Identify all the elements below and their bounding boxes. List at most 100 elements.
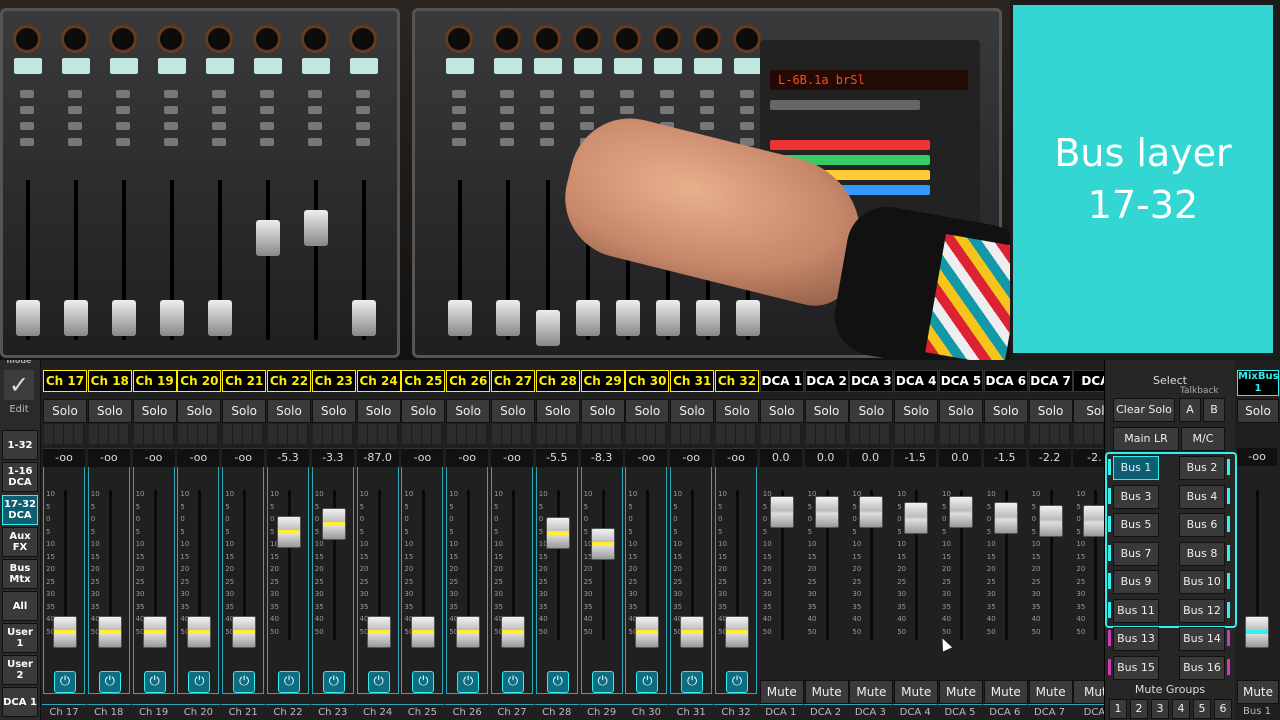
fader-cap[interactable] — [97, 616, 122, 648]
layer-button[interactable]: User 2 — [2, 655, 38, 685]
fader-cap[interactable] — [680, 616, 705, 648]
fader-cap[interactable] — [769, 496, 794, 528]
solo-button[interactable]: Solo — [983, 399, 1028, 423]
power-icon[interactable]: ⏻ — [502, 671, 524, 693]
mute-button[interactable]: Mute — [1028, 680, 1073, 704]
fader-cap[interactable] — [635, 616, 660, 648]
mute-group-button[interactable]: 3 — [1151, 699, 1169, 719]
solo-button[interactable]: Solo — [894, 399, 939, 423]
mute-group-button[interactable]: 4 — [1172, 699, 1190, 719]
power-icon[interactable]: ⏻ — [54, 671, 76, 693]
solo-button[interactable]: Solo — [1028, 399, 1073, 423]
fader-cap[interactable] — [187, 616, 212, 648]
power-icon[interactable]: ⏻ — [591, 671, 614, 693]
layer-button[interactable]: 17-32 DCA — [2, 495, 38, 525]
strip-name[interactable]: Ch 30 — [625, 370, 670, 392]
fader-cap[interactable] — [1038, 505, 1063, 537]
strip-name[interactable]: DCA 5 — [939, 370, 983, 392]
fader-cap[interactable] — [366, 616, 391, 648]
mixbus-solo-button[interactable]: Solo — [1237, 399, 1279, 423]
strip-name[interactable]: Ch 26 — [446, 370, 491, 392]
fader-cap[interactable] — [545, 517, 570, 549]
power-icon[interactable]: ⏻ — [457, 671, 480, 693]
fader-cap[interactable] — [590, 527, 615, 560]
mute-button[interactable]: Mute — [894, 680, 939, 704]
fader-cap[interactable] — [277, 515, 301, 548]
power-icon[interactable]: ⏻ — [188, 671, 211, 693]
strip-name[interactable]: Ch 31 — [670, 370, 715, 392]
fader-cap[interactable] — [859, 496, 884, 528]
solo-button[interactable]: Solo — [267, 399, 311, 423]
layer-button[interactable]: All — [2, 591, 38, 621]
strip-name[interactable]: DCA 4 — [894, 370, 939, 392]
mute-button[interactable]: Mute — [804, 680, 849, 704]
bus-select-button[interactable]: Bus 13 — [1113, 627, 1159, 651]
mute-group-button[interactable]: 6 — [1214, 699, 1232, 719]
strip-name[interactable]: Ch 23 — [311, 370, 356, 392]
power-icon[interactable]: ⏻ — [98, 671, 121, 693]
solo-button[interactable]: Solo — [43, 399, 87, 423]
solo-button[interactable]: Solo — [535, 399, 580, 423]
strip-name[interactable]: Ch 28 — [535, 370, 580, 392]
talkback-a-button[interactable]: A — [1179, 398, 1201, 422]
bus-select-button[interactable]: Bus 9 — [1113, 570, 1159, 594]
solo-button[interactable]: Solo — [222, 399, 267, 423]
layer-button[interactable]: User 1 — [2, 623, 38, 653]
strip-name[interactable]: Ch 24 — [356, 370, 401, 392]
power-icon[interactable]: ⏻ — [681, 671, 704, 693]
strip-name[interactable]: DCA 3 — [849, 370, 894, 392]
bus-select-button[interactable]: Bus 4 — [1179, 484, 1225, 509]
bus-select-button[interactable]: Bus 3 — [1113, 484, 1159, 509]
strip-name[interactable]: Ch 18 — [87, 370, 132, 392]
bus-select-button[interactable]: Bus 2 — [1179, 456, 1225, 480]
mute-group-button[interactable]: 5 — [1193, 699, 1211, 719]
bus-select-button[interactable]: Bus 16 — [1179, 655, 1225, 680]
power-icon[interactable]: ⏻ — [636, 671, 659, 693]
layer-button[interactable]: Aux FX — [2, 527, 38, 557]
bus-select-button[interactable]: Bus 11 — [1113, 598, 1159, 623]
bus-select-button[interactable]: Bus 5 — [1113, 513, 1159, 537]
solo-button[interactable]: Solo — [580, 399, 625, 423]
fader-cap[interactable] — [501, 616, 525, 648]
solo-button[interactable]: Solo — [804, 399, 849, 423]
clear-solo-button[interactable]: Clear Solo — [1113, 398, 1175, 422]
solo-button[interactable]: Solo — [446, 399, 491, 423]
fader-cap[interactable] — [411, 616, 436, 648]
fader-cap[interactable] — [993, 502, 1018, 534]
mute-button[interactable]: Mute — [759, 680, 804, 704]
mixbus-mute-button[interactable]: Mute — [1237, 680, 1279, 704]
bus-select-button[interactable]: Bus 6 — [1179, 513, 1225, 537]
fader-cap[interactable] — [814, 496, 839, 528]
talkback-b-button[interactable]: B — [1203, 398, 1225, 422]
solo-button[interactable]: Solo — [177, 399, 222, 423]
fader-cap[interactable] — [53, 616, 77, 648]
power-icon[interactable]: ⏻ — [278, 671, 300, 693]
bus-select-button[interactable]: Bus 15 — [1113, 655, 1159, 680]
solo-button[interactable]: Solo — [939, 399, 983, 423]
strip-name[interactable]: DCA 6 — [983, 370, 1028, 392]
strip-name[interactable]: Ch 22 — [267, 370, 311, 392]
edit-check-icon[interactable]: ✓ — [4, 370, 34, 400]
strip-name[interactable]: Ch 32 — [715, 370, 759, 392]
layer-button[interactable]: Bus Mtx — [2, 559, 38, 589]
solo-button[interactable]: Solo — [356, 399, 401, 423]
solo-button[interactable]: Solo — [625, 399, 670, 423]
power-icon[interactable]: ⏻ — [726, 671, 748, 693]
power-icon[interactable]: ⏻ — [367, 671, 390, 693]
mute-group-button[interactable]: 2 — [1130, 699, 1148, 719]
strip-name[interactable]: Ch 21 — [222, 370, 267, 392]
fader-cap[interactable] — [456, 616, 481, 648]
strip-name[interactable]: Ch 27 — [491, 370, 535, 392]
strip-name[interactable]: DCA 7 — [1028, 370, 1073, 392]
solo-button[interactable]: Solo — [670, 399, 715, 423]
strip-name[interactable]: Ch 25 — [401, 370, 446, 392]
bus-select-button[interactable]: Bus 1 — [1113, 456, 1159, 480]
mute-button[interactable]: Mute — [983, 680, 1028, 704]
bus-select-button[interactable]: Bus 10 — [1179, 570, 1225, 594]
solo-button[interactable]: Solo — [132, 399, 177, 423]
main-lr-button[interactable]: Main LR — [1113, 427, 1179, 451]
bus-select-button[interactable]: Bus 14 — [1179, 627, 1225, 651]
fader-cap[interactable] — [321, 508, 346, 540]
layer-button[interactable]: 1-16 DCA — [2, 462, 38, 492]
power-icon[interactable]: ⏻ — [546, 671, 569, 693]
